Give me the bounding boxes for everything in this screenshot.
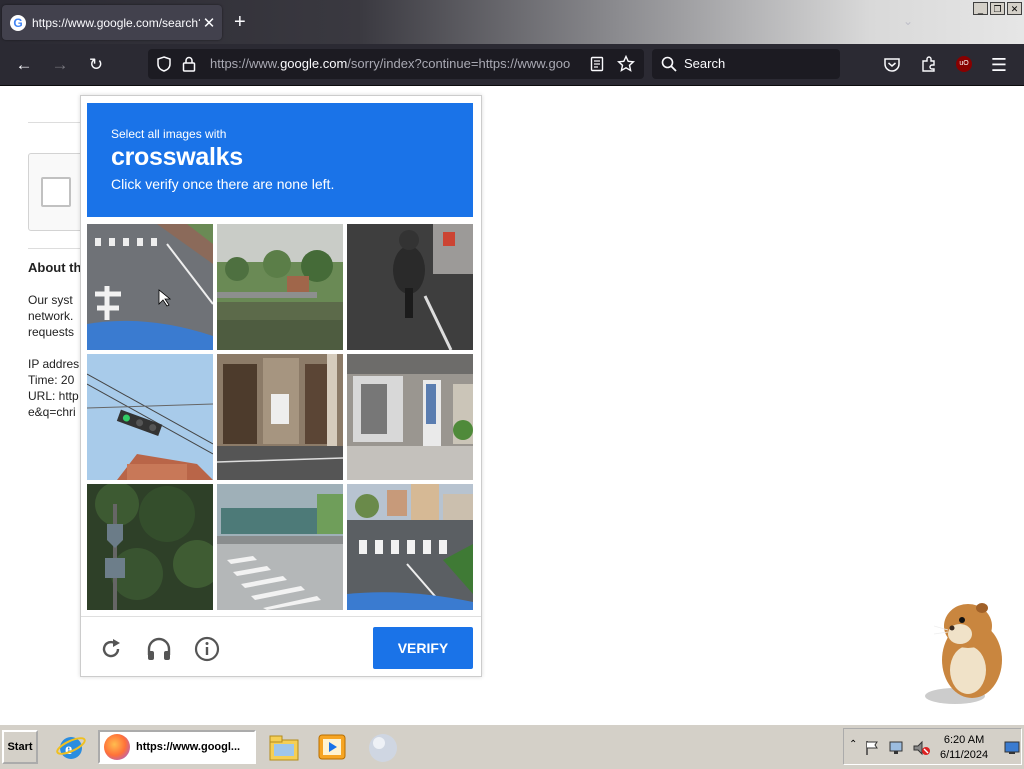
text-line: network. [28, 309, 74, 323]
explanation-paragraph: Our syst network. requests [28, 292, 74, 340]
image-tile-5[interactable] [217, 354, 343, 480]
verify-button[interactable]: VERIFY [373, 627, 473, 669]
image-tile-8[interactable] [217, 484, 343, 610]
minimize-icon[interactable]: _ [973, 2, 988, 15]
taskbar-firefox-button[interactable]: https://www.googl... [98, 730, 256, 764]
challenge-header: Select all images with crosswalks Click … [87, 103, 473, 217]
app-orb-icon[interactable] [366, 731, 400, 763]
url-host: google.com [280, 56, 348, 71]
address-bar[interactable]: https://www.google.com/sorry/index?conti… [148, 49, 644, 79]
tracking-protection-shield-icon[interactable] [156, 56, 172, 72]
text-line: IP addres [28, 357, 80, 371]
close-window-icon[interactable]: ✕ [1007, 2, 1022, 15]
challenge-footer: VERIFY [81, 616, 481, 677]
tab-google[interactable]: G https://www.google.com/search?q= ✕ [2, 5, 222, 40]
url-prefix: https://www. [210, 56, 281, 71]
image-tile-2[interactable] [217, 224, 343, 350]
extensions-puzzle-icon[interactable] [920, 55, 938, 73]
reload-challenge-icon[interactable] [97, 635, 125, 663]
system-tray: ⌃ 6:20 AM 6/11/2024 [843, 728, 1022, 765]
network-icon[interactable] [888, 740, 906, 756]
tab-strip: G https://www.google.com/search?q= ✕ + ⌄… [0, 0, 1024, 44]
back-icon[interactable]: ← [13, 54, 35, 76]
action-center-flag-icon[interactable] [864, 740, 880, 756]
about-heading: About th [28, 260, 82, 275]
audio-challenge-headphones-icon[interactable] [145, 635, 173, 663]
show-desktop-icon[interactable] [1004, 741, 1020, 755]
start-button[interactable]: Start [2, 730, 38, 764]
file-explorer-icon[interactable] [268, 732, 300, 762]
taskbar-firefox-label: https://www.googl... [136, 741, 241, 753]
image-tile-6[interactable] [347, 354, 473, 480]
image-grid [87, 224, 473, 610]
navigation-toolbar: ← → ↻ https://www.google.com/sorry/index… [0, 44, 1024, 86]
tab-title: https://www.google.com/search?q= [32, 15, 200, 30]
reload-icon[interactable]: ↻ [85, 54, 107, 76]
clock[interactable]: 6:20 AM 6/11/2024 [940, 733, 988, 763]
divider [28, 248, 88, 249]
clock-date: 6/11/2024 [940, 749, 989, 761]
media-player-icon[interactable] [316, 732, 348, 762]
clock-time: 6:20 AM [943, 734, 985, 746]
recaptcha-challenge-dialog: Select all images with crosswalks Click … [80, 95, 482, 677]
menu-hamburger-icon[interactable]: ☰ [988, 54, 1010, 76]
restore-icon[interactable]: ❐ [990, 2, 1005, 15]
ublock-origin-icon[interactable]: uO [956, 56, 972, 72]
image-tile-3[interactable] [347, 224, 473, 350]
firefox-icon [104, 734, 130, 760]
pocket-icon[interactable] [883, 56, 901, 74]
url-text[interactable]: https://www.google.com/sorry/index?conti… [210, 56, 582, 71]
divider [28, 122, 88, 123]
text-line: requests [28, 325, 75, 339]
text-line: e&q=chri [28, 405, 76, 419]
forward-icon[interactable]: → [49, 54, 71, 76]
search-placeholder: Search [684, 56, 726, 71]
lock-icon[interactable] [182, 56, 196, 72]
text-line: URL: http [28, 389, 79, 403]
close-tab-icon[interactable]: ✕ [200, 14, 218, 32]
window-controls: _ ❐ ✕ [973, 2, 1022, 15]
new-tab-icon[interactable]: + [234, 12, 246, 32]
search-icon [661, 56, 677, 72]
challenge-target: crosswalks [111, 143, 243, 171]
list-all-tabs-icon[interactable]: ⌄ [903, 14, 913, 28]
image-tile-9[interactable] [347, 484, 473, 610]
instruction-footer: Click verify once there are none left. [111, 176, 335, 192]
text-line: Time: 20 [28, 373, 75, 387]
internet-explorer-icon[interactable]: e [54, 731, 88, 763]
search-bar[interactable]: Search [652, 49, 840, 79]
reader-view-icon[interactable] [590, 56, 604, 72]
request-details: IP addres Time: 20 URL: http e&q=chri [28, 356, 79, 420]
taskbar: Start e https://www.googl... ⌃ 6:20 AM 6… [0, 724, 1024, 769]
instruction-line: Select all images with [111, 127, 227, 141]
volume-muted-icon[interactable] [912, 740, 930, 756]
recaptcha-checkbox[interactable] [41, 177, 71, 207]
google-favicon-icon: G [10, 14, 26, 31]
show-hidden-icons-icon[interactable]: ⌃ [849, 739, 857, 750]
image-tile-1[interactable] [87, 224, 213, 350]
image-tile-4[interactable] [87, 354, 213, 480]
image-tile-7[interactable] [87, 484, 213, 610]
hamster-mascot-image [925, 603, 1002, 704]
url-path: /sorry/index?continue=https://www.goo [347, 56, 571, 71]
bookmark-star-icon[interactable] [617, 55, 635, 73]
info-icon[interactable] [193, 635, 221, 663]
text-line: Our syst [28, 293, 73, 307]
